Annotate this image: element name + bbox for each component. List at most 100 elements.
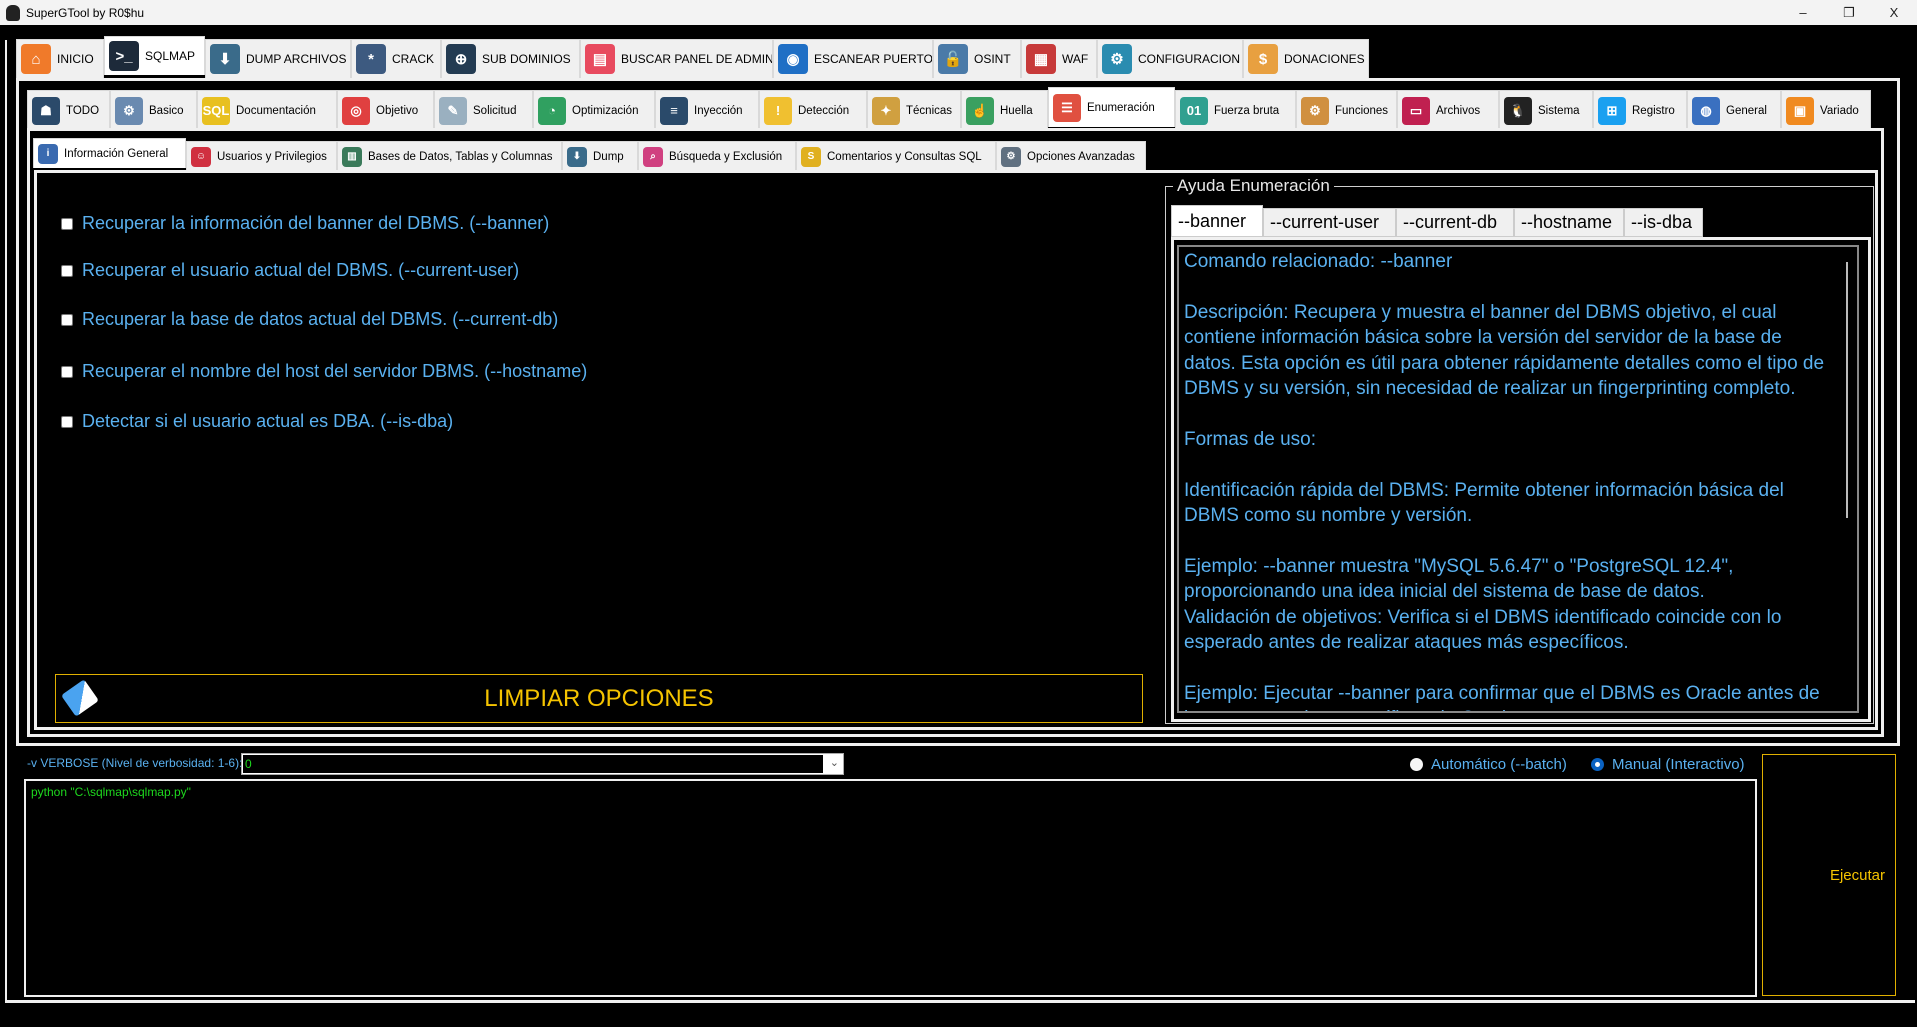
command-output[interactable]: python "C:\sqlmap\sqlmap.py" bbox=[24, 779, 1757, 997]
sqlmap-tab-archivos[interactable]: ▭ Archivos bbox=[1397, 90, 1499, 130]
enum-tab-búsqueda-y-exclusión[interactable]: ⌕ Búsqueda y Exclusión bbox=[638, 141, 796, 171]
tab-label: General bbox=[1726, 104, 1767, 117]
enum-tab-usuarios-y-privilegios[interactable]: ☺ Usuarios y Privilegios bbox=[186, 141, 337, 171]
execute-button[interactable]: Ejecutar bbox=[1762, 754, 1896, 996]
help-text[interactable]: Comando relacionado: --banner Descripció… bbox=[1177, 245, 1859, 713]
database-inject-icon: ≡ bbox=[660, 96, 688, 125]
request-icon: ✎ bbox=[439, 96, 467, 125]
hacker-icon: ☗ bbox=[32, 96, 60, 125]
enum-tab-bases-de-datos-tablas-y-columnas[interactable]: ▥ Bases de Datos, Tablas y Columnas bbox=[337, 141, 562, 171]
main-tab-sqlmap[interactable]: >_ SQLMAP bbox=[104, 36, 205, 75]
sqlmap-tab-funciones[interactable]: ⚙ Funciones bbox=[1296, 90, 1397, 130]
radio-manual[interactable]: Manual (Interactivo) bbox=[1591, 756, 1745, 773]
chevron-down-icon[interactable]: ⌄ bbox=[830, 756, 839, 769]
tab-label: Registro bbox=[1632, 104, 1675, 117]
option-label: Recuperar el nombre del host del servido… bbox=[82, 361, 588, 381]
gear-icon: ⚙ bbox=[1102, 44, 1132, 74]
sqlmap-tab-detección[interactable]: ! Detección bbox=[759, 90, 867, 130]
help-tab[interactable]: --current-user bbox=[1263, 208, 1396, 237]
enum-tab-información-general[interactable]: i Información General bbox=[33, 138, 186, 168]
checkbox[interactable] bbox=[61, 217, 73, 230]
sqlmap-tab-solicitud[interactable]: ✎ Solicitud bbox=[434, 90, 533, 130]
sqlmap-tab-huella[interactable]: ☝ Huella bbox=[961, 90, 1048, 130]
radio-automatic[interactable]: Automático (--batch) bbox=[1410, 756, 1567, 773]
enumeration-tab-bar: i Información General ☺ Usuarios y Privileg… bbox=[33, 138, 1146, 171]
option-checkbox[interactable]: Recuperar el usuario actual del DBMS. (-… bbox=[61, 260, 519, 281]
main-tab-escanear-puertos[interactable]: ◉ ESCANEAR PUERTOS bbox=[773, 39, 933, 78]
clear-options-label: LIMPIAR OPCIONES bbox=[484, 684, 714, 712]
port-scan-icon: ◉ bbox=[778, 44, 808, 74]
sqlmap-tab-bar: ☗ TODO ⚙ Basico SQL Documentación ◎ Objetivo ✎ So… bbox=[27, 87, 1871, 130]
sqlmap-tab-fuerza-bruta[interactable]: 01 Fuerza bruta bbox=[1175, 90, 1296, 130]
minimize-button[interactable]: – bbox=[1780, 0, 1826, 25]
main-tab-dump-archivos[interactable]: ⬇ DUMP ARCHIVOS bbox=[205, 39, 351, 78]
option-checkbox[interactable]: Recuperar el nombre del host del servido… bbox=[61, 361, 587, 382]
main-tab-donaciones[interactable]: $ DONACIONES bbox=[1243, 39, 1369, 78]
sqlmap-tab-todo[interactable]: ☗ TODO bbox=[27, 90, 110, 130]
checkbox[interactable] bbox=[61, 264, 73, 277]
checkbox[interactable] bbox=[61, 313, 73, 326]
sqlmap-tab-sistema[interactable]: 🐧 Sistema bbox=[1499, 90, 1593, 130]
option-checkbox[interactable]: Detectar si el usuario actual es DBA. (-… bbox=[61, 411, 453, 432]
tab-label: Dump bbox=[593, 150, 624, 163]
tab-label: TODO bbox=[66, 104, 100, 117]
main-tab-osint[interactable]: 🔓 OSINT bbox=[933, 39, 1021, 78]
checkbox[interactable] bbox=[61, 415, 73, 428]
close-button[interactable]: X bbox=[1871, 0, 1917, 25]
terminal-icon: >_ bbox=[109, 41, 139, 71]
warning-search-icon: ! bbox=[764, 96, 792, 125]
clear-options-button[interactable]: LIMPIAR OPCIONES bbox=[55, 674, 1143, 723]
sqlmap-tab-variado[interactable]: ▣ Variado bbox=[1781, 90, 1871, 130]
sqlmap-tab-documentación[interactable]: SQL Documentación bbox=[197, 90, 337, 130]
enum-tab-dump[interactable]: ⬇ Dump bbox=[562, 141, 638, 171]
help-tab[interactable]: --is-dba bbox=[1624, 208, 1703, 237]
sqlmap-tab-general[interactable]: ◍ General bbox=[1687, 90, 1781, 130]
checkbox[interactable] bbox=[61, 365, 73, 378]
app-logo-icon bbox=[6, 4, 20, 21]
tab-label: SQLMAP bbox=[145, 49, 196, 63]
tab-label: CRACK bbox=[392, 52, 435, 66]
main-tab-inicio[interactable]: ⌂ INICIO bbox=[16, 39, 104, 78]
tab-label: DONACIONES bbox=[1284, 52, 1365, 66]
binary-chat-icon: 01 bbox=[1180, 96, 1208, 125]
sqlmap-tab-inyección[interactable]: ≡ Inyección bbox=[655, 90, 759, 130]
sqlmap-tab-objetivo[interactable]: ◎ Objetivo bbox=[337, 90, 434, 130]
verbose-select[interactable]: 0 ⌄ bbox=[241, 753, 844, 775]
brain-gear-icon: ⚙ bbox=[1301, 96, 1329, 125]
tab-label: Sistema bbox=[1538, 104, 1580, 117]
file-icon: ▭ bbox=[1402, 96, 1430, 125]
enum-tab-comentarios-y-consultas-sql[interactable]: S Comentarios y Consultas SQL bbox=[796, 141, 996, 171]
radio-automatic-circle[interactable] bbox=[1410, 758, 1423, 771]
help-tab[interactable]: --hostname bbox=[1514, 208, 1624, 237]
tab-label: Solicitud bbox=[473, 104, 517, 117]
help-tab[interactable]: --current-db bbox=[1396, 208, 1514, 237]
tab-label: Inyección bbox=[694, 104, 743, 117]
main-tab-waf[interactable]: ▦ WAF bbox=[1021, 39, 1097, 78]
sqlmap-tab-registro[interactable]: ⊞ Registro bbox=[1593, 90, 1687, 130]
radio-manual-circle[interactable] bbox=[1591, 758, 1604, 771]
enum-tab-opciones-avanzadas[interactable]: ⚙ Opciones Avanzadas bbox=[996, 141, 1146, 171]
sqlmap-tab-enumeración[interactable]: ☰ Enumeración bbox=[1048, 87, 1175, 127]
main-tab-buscar-panel-de-admin[interactable]: ▤ BUSCAR PANEL DE ADMIN bbox=[580, 39, 773, 78]
option-checkbox[interactable]: Recuperar la base de datos actual del DB… bbox=[61, 309, 558, 330]
database-download-icon: ⬇ bbox=[210, 44, 240, 74]
admin-panel-icon: ▤ bbox=[585, 44, 615, 74]
eraser-icon bbox=[61, 679, 99, 717]
sqlmap-tab-optimización[interactable]: ◔ Optimización bbox=[533, 90, 655, 130]
tab-label: CONFIGURACION bbox=[1138, 52, 1240, 66]
main-tab-configuracion[interactable]: ⚙ CONFIGURACION bbox=[1097, 39, 1243, 78]
maximize-button[interactable]: ❐ bbox=[1826, 0, 1872, 25]
help-scrollbar[interactable] bbox=[1846, 262, 1848, 518]
sqlmap-tab-técnicas[interactable]: ✦ Técnicas bbox=[867, 90, 961, 130]
target-icon: ◎ bbox=[342, 96, 370, 125]
speedometer-icon: ◔ bbox=[538, 96, 566, 125]
tab-label: Técnicas bbox=[906, 104, 953, 117]
robot-icon: ⚙ bbox=[115, 96, 143, 125]
main-tab-sub-dominios[interactable]: ⊕ SUB DOMINIOS bbox=[441, 39, 580, 78]
main-tab-crack[interactable]: * CRACK bbox=[351, 39, 441, 78]
sqlmap-tab-basico[interactable]: ⚙ Basico bbox=[110, 90, 197, 130]
tab-label: Funciones bbox=[1335, 104, 1389, 117]
help-tab[interactable]: --banner bbox=[1171, 205, 1263, 237]
tab-label: Búsqueda y Exclusión bbox=[669, 150, 783, 163]
option-checkbox[interactable]: Recuperar la información del banner del … bbox=[61, 213, 549, 234]
